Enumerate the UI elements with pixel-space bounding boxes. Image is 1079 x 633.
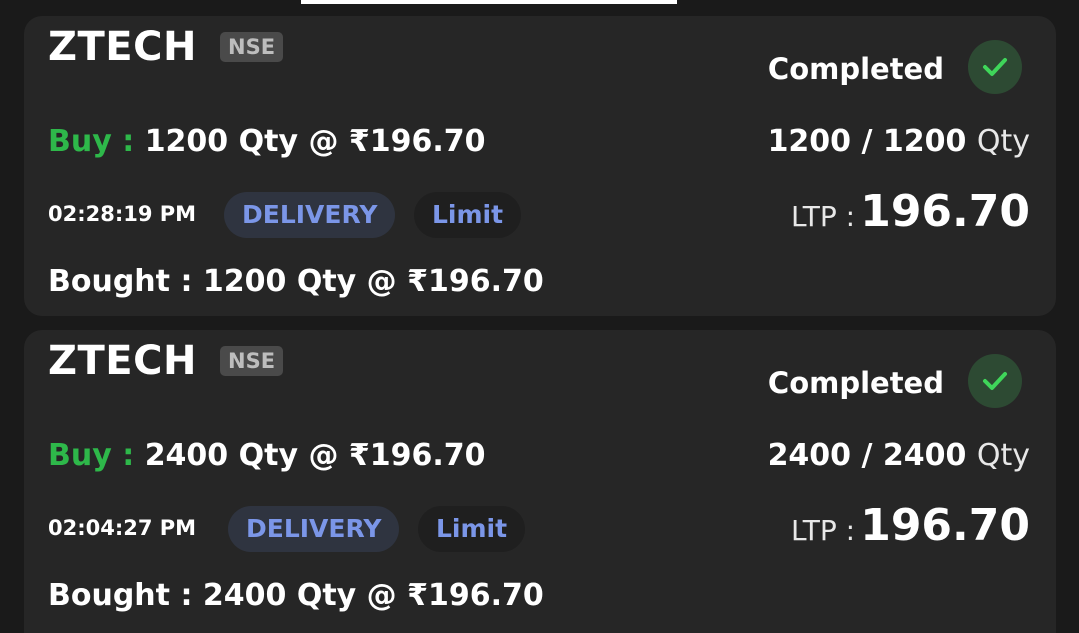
order-type-chip: Limit: [418, 506, 526, 552]
order-card[interactable]: ZTECH NSE Completed Buy : 1200 Qty @ ₹19…: [24, 16, 1056, 316]
ltp-display: LTP : 196.70: [791, 186, 1030, 237]
order-line: Buy : 1200 Qty @ ₹196.70: [48, 124, 486, 159]
qty-unit: Qty: [976, 438, 1030, 473]
product-chip: DELIVERY: [228, 506, 400, 552]
qty-unit: Qty: [976, 124, 1030, 159]
exchange-badge: NSE: [220, 32, 284, 62]
exchange-badge: NSE: [220, 346, 284, 376]
order-detail: 2400 Qty @ ₹196.70: [144, 438, 486, 473]
order-card[interactable]: ZTECH NSE Completed Buy : 2400 Qty @ ₹19…: [24, 330, 1056, 633]
ltp-value: 196.70: [860, 186, 1030, 237]
ltp-label: LTP :: [791, 514, 856, 547]
top-scroll-indicator: [301, 0, 677, 4]
order-time: 02:28:19 PM: [48, 202, 197, 226]
bought-summary: Bought : 2400 Qty @ ₹196.70: [48, 578, 544, 613]
stock-symbol: ZTECH: [48, 24, 197, 70]
check-icon: [968, 40, 1022, 94]
ltp-label: LTP :: [791, 200, 856, 233]
order-time: 02:04:27 PM: [48, 516, 197, 540]
filled-value: 1200 / 1200: [767, 124, 967, 159]
order-type-chip: Limit: [414, 192, 522, 238]
ltp-display: LTP : 196.70: [791, 500, 1030, 551]
order-status: Completed: [767, 366, 944, 400]
stock-symbol: ZTECH: [48, 338, 197, 384]
order-detail: 1200 Qty @ ₹196.70: [144, 124, 486, 159]
buy-label: Buy :: [48, 124, 135, 159]
filled-quantity: 1200 / 1200 Qty: [768, 124, 1030, 159]
order-status: Completed: [767, 52, 944, 86]
check-icon: [968, 354, 1022, 408]
filled-quantity: 2400 / 2400 Qty: [768, 438, 1030, 473]
filled-value: 2400 / 2400: [767, 438, 967, 473]
order-line: Buy : 2400 Qty @ ₹196.70: [48, 438, 486, 473]
bought-summary: Bought : 1200 Qty @ ₹196.70: [48, 264, 544, 299]
buy-label: Buy :: [48, 438, 135, 473]
ltp-value: 196.70: [860, 500, 1030, 551]
product-chip: DELIVERY: [224, 192, 396, 238]
